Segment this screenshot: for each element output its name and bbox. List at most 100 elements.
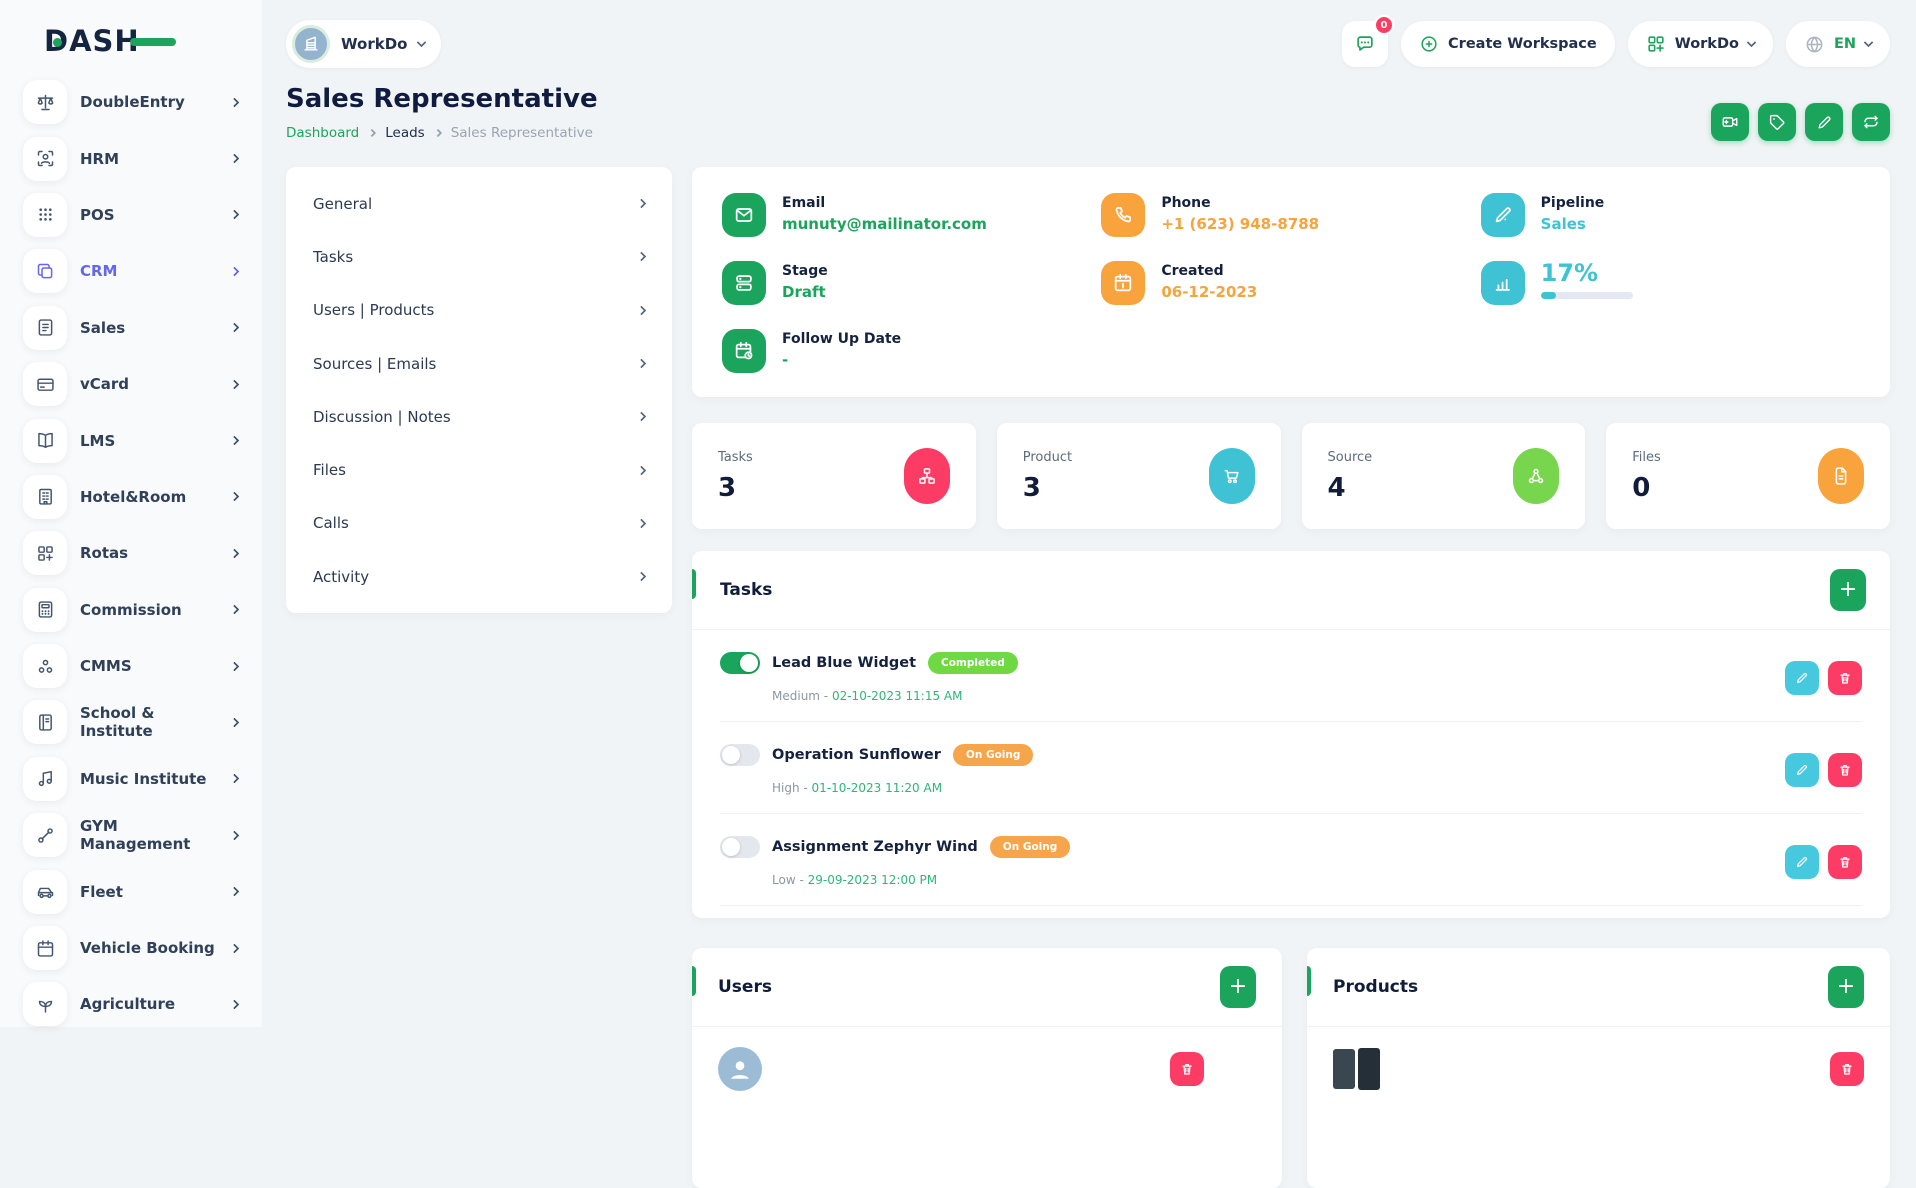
- sidebar-item-doubleentry[interactable]: DoubleEntry: [23, 74, 238, 130]
- phone-icon: [1101, 193, 1145, 237]
- sidebar-item-agriculture[interactable]: Agriculture: [23, 976, 238, 1032]
- sidebar-item-school-institute[interactable]: School & Institute: [23, 694, 238, 750]
- task-toggle[interactable]: [720, 744, 760, 766]
- sidebar-item-label: Agriculture: [80, 995, 231, 1013]
- trash-icon: [1840, 1062, 1854, 1076]
- lead-nav-calls[interactable]: Calls: [286, 497, 672, 550]
- lead-nav-tasks[interactable]: Tasks: [286, 230, 672, 283]
- notebook-icon: [23, 700, 67, 744]
- sidebar-item-label: Hotel&Room: [80, 488, 231, 506]
- sidebar-item-label: School & Institute: [80, 704, 231, 740]
- sidebar-item-vcard[interactable]: vCard: [23, 356, 238, 412]
- calculator-icon: [23, 588, 67, 632]
- sidebar-item-crm[interactable]: CRM: [23, 243, 238, 299]
- chevron-right-icon: [230, 210, 240, 220]
- lead-nav-discussion-notes[interactable]: Discussion | Notes: [286, 390, 672, 443]
- tasks-title: Tasks: [720, 580, 772, 600]
- add-product-button[interactable]: +: [1828, 966, 1864, 1008]
- stat-label: Files: [1632, 450, 1661, 465]
- product-thumbnail: [1333, 1047, 1383, 1091]
- grid-dots-icon: [23, 193, 67, 237]
- menu-item-label: Activity: [313, 568, 369, 586]
- sitemap-icon: [904, 448, 950, 504]
- refresh-button[interactable]: [1852, 103, 1890, 141]
- chevron-right-icon: [637, 359, 647, 369]
- email-value: munuty@mailinator.com: [782, 215, 987, 233]
- chevron-right-icon: [637, 412, 647, 422]
- copy-icon: [23, 249, 67, 293]
- sidebar-item-fleet[interactable]: Fleet: [23, 863, 238, 919]
- edit-task-button[interactable]: [1785, 661, 1819, 695]
- network-icon: [1513, 448, 1559, 504]
- menu-item-label: General: [313, 195, 372, 213]
- sidebar-item-vehicle-booking[interactable]: Vehicle Booking: [23, 920, 238, 976]
- sidebar-item-pos[interactable]: POS: [23, 187, 238, 243]
- messages-button[interactable]: 0: [1342, 21, 1388, 67]
- delete-task-button[interactable]: [1828, 753, 1862, 787]
- toggle-knob: [740, 654, 758, 672]
- sidebar-item-music-institute[interactable]: Music Institute: [23, 751, 238, 807]
- sidebar-item-cmms[interactable]: CMMS: [23, 638, 238, 694]
- delete-task-button[interactable]: [1828, 661, 1862, 695]
- pen-icon: [1481, 193, 1525, 237]
- lead-nav-users-products[interactable]: Users | Products: [286, 284, 672, 337]
- create-workspace-button[interactable]: Create Workspace: [1401, 21, 1615, 67]
- chevron-right-icon: [230, 323, 240, 333]
- open-book-icon: [23, 419, 67, 463]
- sidebar-item-sales[interactable]: Sales: [23, 300, 238, 356]
- add-task-button[interactable]: +: [1830, 569, 1866, 611]
- convert-to-deal-button[interactable]: [1711, 103, 1749, 141]
- sidebar-item-label: GYM Management: [80, 817, 231, 853]
- menu-item-label: Tasks: [313, 248, 353, 266]
- language-dropdown[interactable]: EN: [1786, 21, 1890, 67]
- task-toggle[interactable]: [720, 836, 760, 858]
- sidebar-item-gym-management[interactable]: GYM Management: [23, 807, 238, 863]
- products-card: Products +: [1307, 948, 1890, 1188]
- add-user-button[interactable]: +: [1220, 966, 1256, 1008]
- chat-bubble-icon: [1354, 33, 1376, 55]
- sidebar-item-lms[interactable]: LMS: [23, 412, 238, 468]
- dash-logo[interactable]: DASH: [44, 24, 194, 60]
- delete-task-button[interactable]: [1828, 845, 1862, 879]
- task-toggle[interactable]: [720, 652, 760, 674]
- stat-product: Product3: [997, 423, 1281, 529]
- stats-row: Tasks3 Product3 Source4 Files0: [692, 423, 1890, 529]
- phone-value: +1 (623) 948-8788: [1161, 215, 1319, 233]
- labels-button[interactable]: [1758, 103, 1796, 141]
- task-name: Lead Blue Widget: [772, 655, 916, 671]
- sidebar-item-label: Fleet: [80, 883, 231, 901]
- breadcrumb-dashboard[interactable]: Dashboard: [286, 125, 359, 141]
- lead-nav-general[interactable]: General: [286, 177, 672, 230]
- sidebar-item-label: CMMS: [80, 657, 231, 675]
- breadcrumb-current: Sales Representative: [451, 125, 593, 141]
- repeat-icon: [1862, 113, 1880, 131]
- lead-nav-sources-emails[interactable]: Sources | Emails: [286, 337, 672, 390]
- sidebar-item-rotas[interactable]: Rotas: [23, 525, 238, 581]
- edit-task-button[interactable]: [1785, 845, 1819, 879]
- sidebar-item-label: Rotas: [80, 544, 231, 562]
- workspace-selector[interactable]: WorkDo: [286, 20, 441, 68]
- breadcrumb-leads[interactable]: Leads: [385, 125, 424, 141]
- sidebar-item-hotelroom[interactable]: Hotel&Room: [23, 469, 238, 525]
- sidebar-item-label: DoubleEntry: [80, 93, 231, 111]
- chevron-right-icon: [637, 465, 647, 475]
- lead-nav-files[interactable]: Files: [286, 443, 672, 496]
- server-icon: [722, 261, 766, 305]
- remove-product-button[interactable]: [1830, 1052, 1864, 1086]
- info-label: Phone: [1161, 193, 1319, 211]
- edit-lead-button[interactable]: [1805, 103, 1843, 141]
- edit-task-button[interactable]: [1785, 753, 1819, 787]
- task-row: Operation Sunflower On Going High - 01-1…: [720, 722, 1862, 814]
- sidebar-item-label: Music Institute: [80, 770, 231, 788]
- sidebar-item-hrm[interactable]: HRM: [23, 130, 238, 186]
- pencil-icon: [1795, 763, 1809, 777]
- sidebar-menu: DoubleEntry HRM POS CRM Sales vCard: [0, 66, 262, 1033]
- sidebar-item-commission[interactable]: Commission: [23, 582, 238, 638]
- task-priority: High -: [772, 781, 812, 795]
- chevron-right-icon: [230, 774, 240, 784]
- chevron-right-icon: [230, 605, 240, 615]
- lead-nav-activity[interactable]: Activity: [286, 550, 672, 603]
- remove-user-button[interactable]: [1170, 1052, 1204, 1086]
- app-switcher-dropdown[interactable]: WorkDo: [1628, 21, 1773, 67]
- workspace-name: WorkDo: [341, 35, 407, 53]
